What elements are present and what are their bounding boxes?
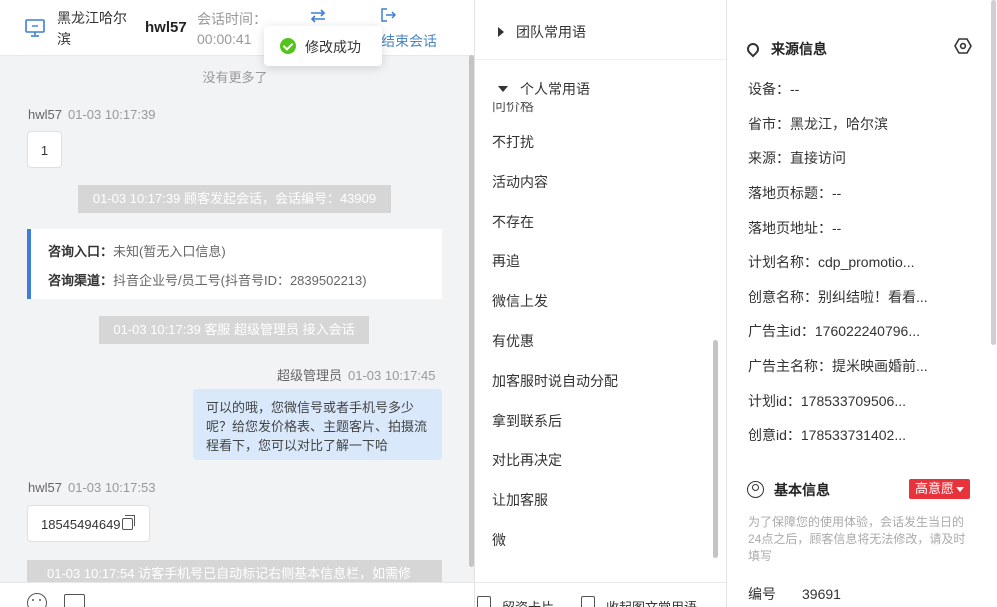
phrase-item[interactable]: 拿到联系后 (492, 411, 562, 431)
info-row-landing-title: 落地页标题：-- (748, 185, 842, 201)
session-time: 00:00:41 (197, 31, 252, 47)
toast-text: 修改成功 (305, 39, 361, 55)
caret-right-icon (498, 27, 504, 37)
consult-entry-card: 咨询入口：未知(暂无入口信息) 咨询渠道：抖音企业号/员工号(抖音号ID：283… (27, 229, 442, 299)
copy-icon[interactable] (121, 515, 135, 530)
info-scrollbar[interactable] (991, 0, 996, 345)
location-pin-icon (744, 40, 762, 58)
message-bubble: 1 (27, 131, 62, 168)
info-row-advertiser-name: 广告主名称：提米映画婚前... (748, 358, 928, 374)
transfer-icon[interactable] (309, 7, 327, 25)
message-sender: hwl57 (28, 107, 62, 122)
collapse-icon (581, 596, 595, 607)
message-time: 01-03 10:17:45 (348, 368, 436, 383)
common-phrases-panel: 团队常用语 问价格 个人常用语 不打扰 活动内容 不存在 再追 微信上发 有优惠… (475, 0, 727, 607)
consult-channel-row: 咨询渠道：抖音企业号/员工号(抖音号ID：2839502213) (48, 270, 367, 289)
message-time: 01-03 10:17:53 (67, 480, 156, 495)
section-title-text: 基本信息 (774, 482, 830, 498)
info-row-advertiser-id: 广告主id：176022240796... (748, 323, 920, 339)
chat-header: 黑龙江哈尔滨 hwl57 会话时间： 00:00:41 结束会话 (0, 0, 474, 56)
info-row-plan-id: 计划id：178533709506... (748, 393, 906, 409)
phrase-item[interactable]: 不打扰 (492, 132, 534, 152)
info-row-creative-name: 创意名称：别纠结啦！看看... (748, 289, 928, 305)
message-meta: hwl57 01-03 10:17:53 (28, 480, 155, 495)
section-title-text: 来源信息 (771, 41, 827, 57)
success-check-icon (280, 38, 296, 54)
phrase-item[interactable]: 加客服时说自动分配 (492, 371, 618, 391)
info-row-landing-url: 落地页地址：-- (748, 220, 842, 236)
basic-info-title: 基本信息 (747, 480, 830, 500)
group-label: 团队常用语 (516, 24, 586, 40)
settings-hex-icon[interactable] (954, 38, 972, 54)
card-icon (477, 596, 491, 607)
phrase-item[interactable]: 活动内容 (492, 172, 548, 192)
consult-channel-label: 咨询渠道： (48, 273, 114, 288)
phrase-item[interactable]: 不存在 (492, 212, 534, 232)
phone-number: 18545494649 (41, 517, 121, 532)
end-session-icon[interactable] (380, 7, 396, 23)
session-time-label: 会话时间： (197, 11, 267, 27)
monitor-icon (25, 19, 45, 37)
consult-channel-value: 抖音企业号/员工号(抖音号ID：2839502213) (113, 273, 367, 288)
system-notice: 01-03 10:17:39 客服 超级管理员 接入会话 (99, 316, 369, 344)
phrase-item[interactable]: 让加客服 (492, 490, 548, 510)
intent-badge-dropdown[interactable]: 高意愿 (909, 479, 971, 499)
info-row-creative-id: 创意id：178533731402... (748, 427, 906, 443)
phrase-item[interactable]: 微信上发 (492, 291, 548, 311)
chat-toolbar (0, 582, 474, 607)
message-bubble-outgoing: 可以的哦，您微信号或者手机号多少呢？给您发价格表、主题客片、拍摄流程看下，您可以… (193, 389, 442, 460)
visitor-name: hwl57 (145, 19, 187, 36)
phrase-item[interactable]: 再追 (492, 251, 520, 271)
info-row-source: 来源：直接访问 (748, 150, 846, 166)
info-row-device: 设备：-- (748, 81, 800, 97)
edit-notice: 为了保障您的使用体验，会话发生当日的24点之后，顾客信息将无法修改，请及时填写 (748, 515, 966, 563)
chat-panel: 黑龙江哈尔滨 hwl57 会话时间： 00:00:41 结束会话 修改成功 没有… (0, 0, 475, 607)
team-phrases-group[interactable]: 团队常用语 (498, 22, 586, 42)
chat-scrollbar[interactable] (469, 55, 474, 567)
emoji-icon[interactable] (27, 593, 47, 607)
phrase-item[interactable]: 微 (492, 530, 506, 550)
personal-phrases-group[interactable]: 个人常用语 (498, 79, 596, 99)
consult-entry-row: 咨询入口：未知(暂无入口信息) (48, 241, 226, 260)
source-info-title: 来源信息 (744, 39, 827, 59)
info-row-region: 省市：黑龙江，哈尔滨 (748, 116, 888, 132)
collapse-phrases-button[interactable]: 收起图文常用语 (606, 597, 697, 607)
lead-card-button[interactable]: 留资卡片 (502, 597, 554, 607)
info-row-id: 编号 39691 (748, 584, 841, 604)
message-sender: 超级管理员 (277, 368, 343, 383)
visitor-location: 黑龙江哈尔滨 (57, 10, 127, 47)
id-label: 编号 (748, 586, 776, 602)
id-value: 39691 (802, 586, 841, 602)
message-meta: 超级管理员 01-03 10:17:45 (277, 365, 435, 384)
consult-entry-label: 咨询入口： (48, 244, 114, 259)
end-session-button[interactable]: 结束会话 (381, 31, 437, 51)
consult-entry-value: 未知(暂无入口信息) (113, 244, 226, 259)
info-row-plan-name: 计划名称：cdp_promotio... (748, 254, 915, 270)
divider (475, 59, 726, 60)
group-label: 个人常用语 (520, 81, 590, 97)
phrases-scrollbar[interactable] (713, 340, 718, 558)
phrase-item[interactable]: 有优惠 (492, 331, 534, 351)
caret-down-icon (498, 86, 508, 92)
message-meta: hwl57 01-03 10:17:39 (28, 107, 155, 122)
image-icon[interactable] (64, 594, 85, 607)
success-toast: 修改成功 (264, 26, 382, 66)
user-icon (747, 481, 764, 498)
message-bubble: 18545494649 (27, 505, 150, 542)
phrase-item[interactable]: 问价格 (492, 102, 534, 116)
visitor-info-panel: 来源信息 设备：-- 省市：黑龙江，哈尔滨 来源：直接访问 落地页标题：-- 落… (727, 0, 997, 607)
no-more-label: 没有更多了 (202, 70, 268, 85)
system-notice: 01-03 10:17:39 顾客发起会话，会话编号：43909 (78, 185, 391, 213)
phrases-footer: 留资卡片 收起图文常用语 (475, 582, 726, 607)
phrase-item[interactable]: 对比再决定 (492, 450, 562, 470)
message-sender: hwl57 (28, 480, 62, 495)
message-time: 01-03 10:17:39 (67, 107, 156, 122)
